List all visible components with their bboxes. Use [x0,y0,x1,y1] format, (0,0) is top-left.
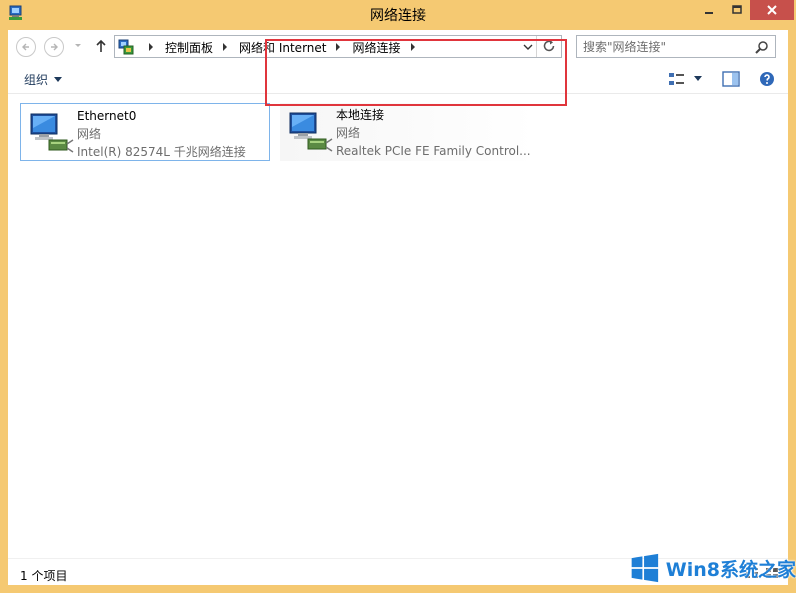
chevron-right-icon[interactable] [409,43,417,51]
breadcrumb-item-network-and-internet[interactable]: 网络和 Internet [239,39,326,56]
breadcrumb: 控制面板 网络和 Internet 网络连接 [139,39,427,55]
up-button[interactable] [94,37,108,55]
maximize-icon [732,5,742,14]
preview-pane-icon[interactable] [722,71,740,87]
connection-status: 网络 [336,126,361,140]
chevron-right-icon[interactable] [221,43,229,51]
close-icon [767,5,777,15]
search-icon[interactable] [755,40,769,54]
connection-name: 本地连接 [336,108,385,122]
connection-tile-local[interactable]: 本地连接 网络 Realtek PCIe FE Family Control..… [280,103,535,161]
site-watermark: Win8系统之家 [630,548,796,588]
minimize-button[interactable] [694,0,724,20]
address-divider [536,36,537,57]
breadcrumb-item-control-panel[interactable]: 控制面板 [165,39,213,56]
control-panel-icon [118,39,134,55]
connection-text: 本地连接 网络 Realtek PCIe FE Family Control..… [336,106,531,160]
connection-name: Ethernet0 [77,109,137,123]
chevron-right-icon[interactable] [334,43,342,51]
minimize-icon [705,12,713,14]
connection-tile-ethernet0[interactable]: Ethernet0 网络 Intel(R) 82574L 千兆网络连接 [20,103,270,161]
chevron-right-icon[interactable] [147,43,155,51]
search-input[interactable] [583,38,743,55]
back-button[interactable] [16,37,36,57]
network-adapter-icon [289,112,333,152]
organize-label: 组织 [24,73,49,87]
client-area: 控制面板 网络和 Internet 网络连接 组织 [8,30,788,585]
connection-status: 网络 [77,127,102,141]
arrow-up-icon [96,39,106,52]
navigation-bar: 控制面板 网络和 Internet 网络连接 [8,30,788,62]
item-count: 1 个项目 [20,569,68,583]
arrow-left-icon [22,43,29,51]
connection-adapter: Realtek PCIe FE Family Control... [336,144,531,158]
change-view-icon[interactable] [668,71,686,87]
close-button[interactable] [750,0,794,20]
forward-button[interactable] [44,37,64,57]
address-bar[interactable]: 控制面板 网络和 Internet 网络连接 [114,35,562,58]
maximize-button[interactable] [724,0,750,20]
network-adapter-icon [30,113,74,153]
windows-logo-icon [631,553,659,583]
arrow-right-icon [51,43,58,51]
refresh-icon[interactable] [541,38,557,54]
breadcrumb-item-network-connections[interactable]: 网络连接 [352,39,400,56]
recent-locations-chevron-down-icon[interactable] [74,40,82,50]
command-toolbar: 组织 [8,64,788,94]
search-box[interactable] [576,35,776,58]
organize-button[interactable]: 组织 [24,71,63,88]
view-options-caret-down-icon[interactable] [694,76,702,82]
watermark-text: Win8系统之家 [665,558,796,581]
window-title: 网络连接 [370,8,426,24]
address-history-chevron-down-icon[interactable] [523,43,533,51]
caret-down-icon [54,76,63,82]
connection-text: Ethernet0 网络 Intel(R) 82574L 千兆网络连接 [77,107,246,161]
explorer-window: 网络连接 控制面板 网络和 Internet 网络连接 搜索"网络连接" 组织 … [0,0,796,593]
title-bar[interactable]: 网络连接 [0,0,796,28]
help-icon[interactable] [759,71,775,87]
connection-adapter: Intel(R) 82574L 千兆网络连接 [77,145,246,159]
connections-list: Ethernet0 网络 Intel(R) 82574L 千兆网络连接 本地连接… [8,94,788,558]
